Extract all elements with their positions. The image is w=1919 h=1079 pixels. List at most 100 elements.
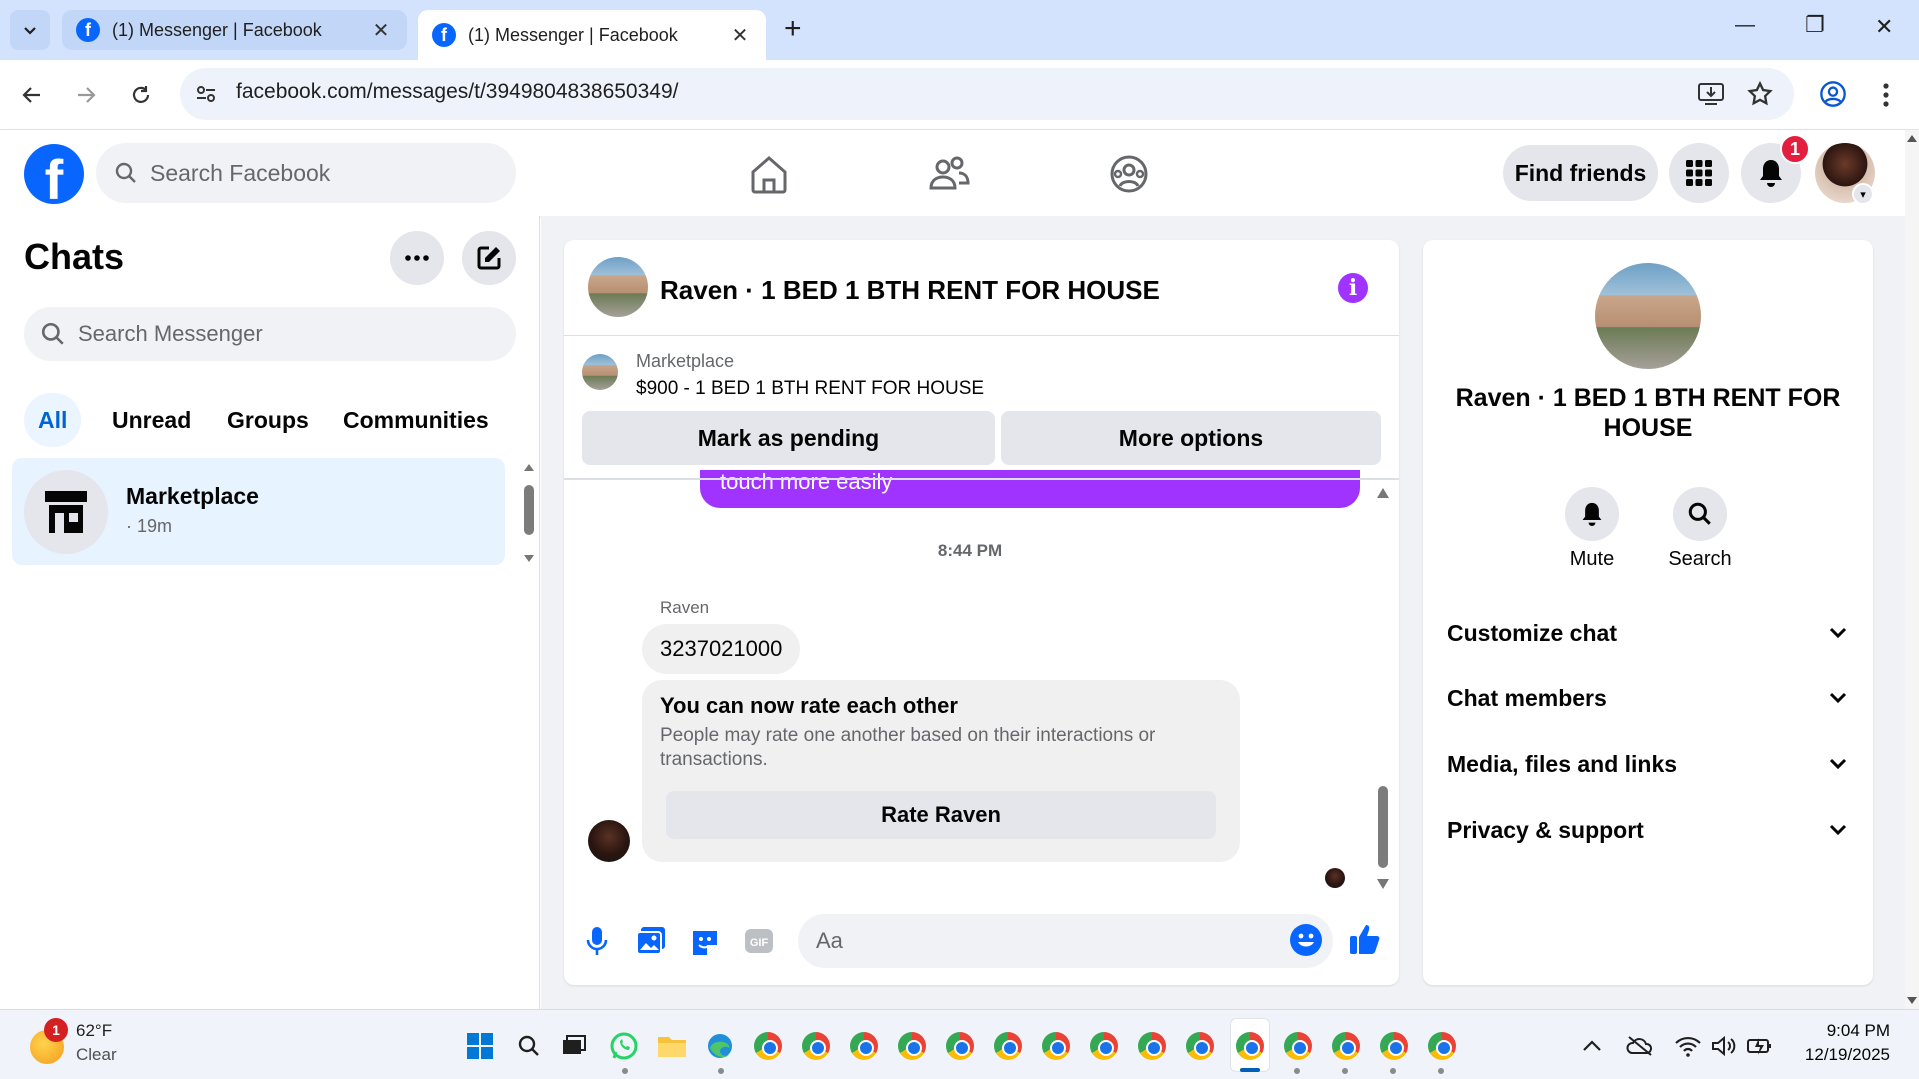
reload-button[interactable] [121,75,161,115]
clock-date[interactable]: 12/19/2025 [1780,1045,1890,1065]
friends-nav-icon[interactable] [925,150,973,198]
marketplace-avatar [24,470,108,554]
chrome-icon[interactable] [798,1028,834,1064]
conversation-title[interactable]: Raven · 1 BED 1 BTH RENT FOR HOUSE [660,275,1160,306]
volume-icon[interactable] [1706,1028,1742,1064]
wifi-icon[interactable] [1670,1028,1706,1064]
site-settings-icon[interactable] [194,82,218,106]
privacy-support-section[interactable]: Privacy & support [1447,802,1847,858]
chrome-icon[interactable] [1424,1028,1460,1064]
facebook-logo[interactable]: f [24,144,84,204]
account-caret-icon[interactable]: ▾ [1852,183,1874,205]
restore-button[interactable]: ❐ [1805,12,1825,38]
conversation-avatar[interactable] [588,257,648,317]
chrome-icon[interactable] [1376,1028,1412,1064]
url-text[interactable]: facebook.com/messages/t/3949804838650349… [236,80,679,104]
mark-as-pending-button[interactable]: Mark as pending [582,411,995,465]
weather-condition[interactable]: Clear [76,1045,117,1065]
browser-menu-icon[interactable] [1882,82,1890,108]
details-avatar[interactable] [1595,263,1701,369]
chat-scrollbar-thumb[interactable] [1378,786,1388,868]
thumbs-up-icon[interactable] [1348,922,1382,956]
show-hidden-icons-chevron-icon[interactable] [1574,1028,1610,1064]
whatsapp-icon[interactable] [606,1028,642,1064]
chrome-icon[interactable] [1280,1028,1316,1064]
running-indicator [718,1068,724,1074]
chrome-icon[interactable] [990,1028,1026,1064]
media-files-links-section[interactable]: Media, files and links [1447,736,1847,792]
chrome-icon[interactable] [846,1028,882,1064]
chrome-icon[interactable] [1328,1028,1364,1064]
start-button[interactable] [462,1028,498,1064]
svg-text:GIF: GIF [750,937,769,949]
chrome-icon[interactable] [942,1028,978,1064]
new-tab-button[interactable]: + [784,12,802,46]
active-app-indicator [1240,1068,1260,1072]
taskbar-search-icon[interactable] [511,1028,547,1064]
file-explorer-icon[interactable] [654,1028,690,1064]
tab-search-button[interactable] [10,10,50,50]
page-scrollbar[interactable] [1905,130,1919,1009]
chrome-icon[interactable] [894,1028,930,1064]
close-tab-icon[interactable]: ✕ [728,23,752,48]
more-options-button[interactable]: More options [1001,411,1381,465]
forward-button[interactable] [66,75,106,115]
weather-temperature[interactable]: 62°F [76,1021,112,1041]
chat-list-scrollbar[interactable] [522,463,536,563]
task-view-icon[interactable] [556,1028,592,1064]
sticker-icon[interactable] [688,924,722,958]
chrome-icon[interactable] [1232,1028,1268,1064]
arrow-right-icon [78,87,96,103]
groups-nav-icon[interactable] [1105,150,1153,198]
menu-grid-button[interactable] [1669,143,1729,203]
grid-icon [1686,160,1712,186]
new-message-button[interactable] [462,231,516,285]
close-tab-icon[interactable]: ✕ [369,18,393,43]
filter-tab-unread[interactable]: Unread [98,393,205,447]
filter-tab-groups[interactable]: Groups [213,393,323,447]
pinned-listing-title[interactable]: $900 - 1 BED 1 BTH RENT FOR HOUSE [636,378,984,400]
edge-browser-icon[interactable] [702,1028,738,1064]
chrome-icon[interactable] [1086,1028,1122,1064]
chevron-down-icon [1829,824,1847,836]
message-input[interactable] [798,914,1333,968]
chrome-icon[interactable] [1134,1028,1170,1064]
chrome-icon[interactable] [750,1028,786,1064]
emoji-icon[interactable] [1290,924,1322,956]
chat-options-button[interactable] [390,231,444,285]
clock-time[interactable]: 9:04 PM [1780,1021,1890,1041]
mute-button[interactable] [1565,487,1619,541]
install-app-icon[interactable] [1697,81,1725,107]
microphone-icon[interactable] [580,924,614,958]
chrome-icon[interactable] [1038,1028,1074,1064]
incoming-message-bubble[interactable]: 3237021000 [642,624,801,674]
filter-tab-communities[interactable]: Communities [329,393,503,447]
customize-chat-section[interactable]: Customize chat [1447,605,1847,661]
gif-icon[interactable]: GIF [742,924,776,958]
photo-icon[interactable] [634,924,668,958]
profile-icon[interactable] [1819,80,1847,108]
minimize-button[interactable]: — [1735,14,1755,37]
chat-scroll-up-icon[interactable] [1376,487,1390,499]
back-button[interactable] [12,75,52,115]
onedrive-sync-icon[interactable] [1622,1028,1658,1064]
conversation-info-button[interactable]: i [1338,273,1368,303]
find-friends-button[interactable]: Find friends [1503,145,1658,201]
messenger-search-input[interactable]: Search Messenger [24,307,516,361]
pinned-divider [564,478,1399,480]
chat-members-section[interactable]: Chat members [1447,670,1847,726]
sender-avatar[interactable] [588,820,630,862]
browser-tab-1[interactable]: f (1) Messenger | Facebook ✕ [62,10,407,50]
filter-tab-all[interactable]: All [24,393,82,447]
bookmark-star-icon[interactable] [1746,80,1774,108]
search-in-conversation-button[interactable] [1673,487,1727,541]
browser-tab-2-active[interactable]: f (1) Messenger | Facebook ✕ [418,10,766,60]
close-window-button[interactable]: ✕ [1875,14,1893,40]
chat-scroll-down-icon[interactable] [1376,878,1390,890]
chrome-icon[interactable] [1182,1028,1218,1064]
rate-raven-button[interactable]: Rate Raven [666,791,1216,839]
facebook-search-input[interactable]: Search Facebook [96,143,516,203]
home-nav-icon[interactable] [745,150,793,198]
battery-charging-icon[interactable] [1742,1028,1778,1064]
message-input-placeholder: Aa [816,928,843,953]
